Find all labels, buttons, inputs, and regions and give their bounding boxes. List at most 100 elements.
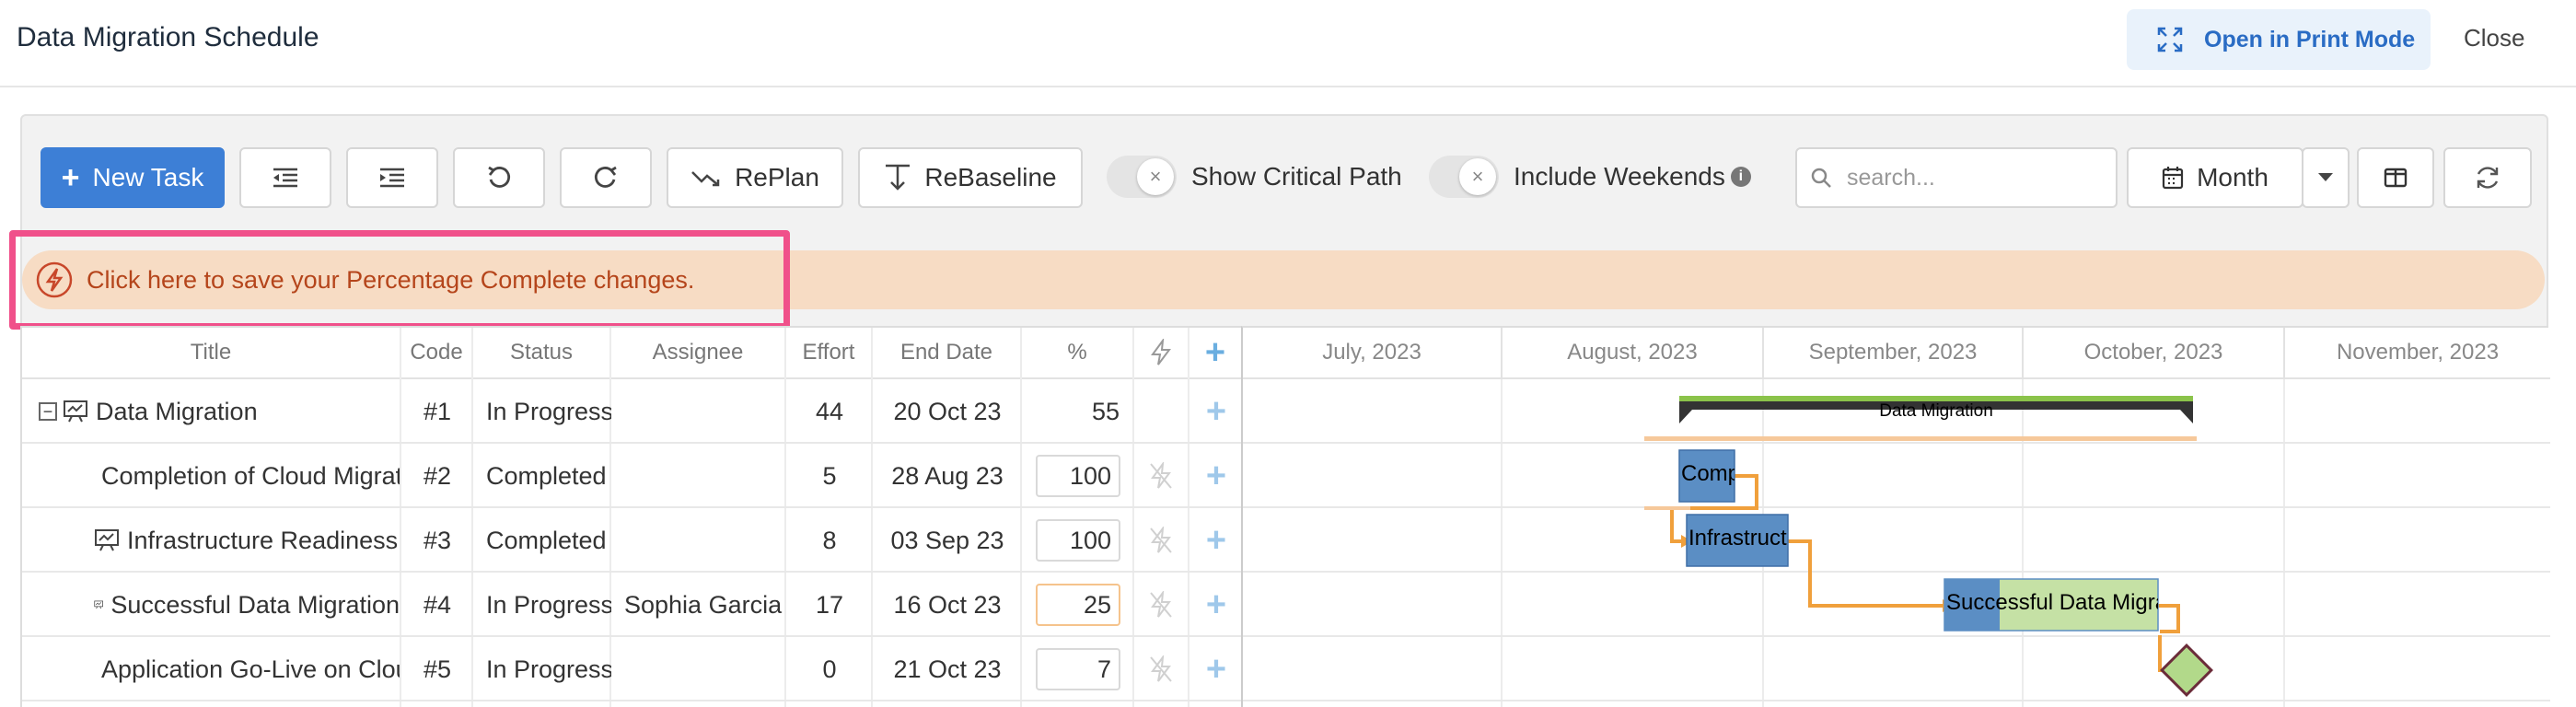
task-title: Application Go-Live on Cloud — [101, 655, 400, 683]
task-assignee — [624, 637, 786, 701]
task-code: #5 — [423, 655, 452, 683]
percent-input[interactable]: 100 — [1036, 455, 1120, 497]
include-weekends-toggle[interactable]: × Include Weekends i — [1429, 153, 1751, 201]
presentation-icon — [95, 529, 119, 551]
title-cell: Application Go-Live on Cloud — [94, 637, 400, 701]
toggle-switch[interactable]: × — [1107, 156, 1177, 198]
column-header-effort[interactable]: Effort — [786, 328, 873, 379]
column-header-percent[interactable]: % — [1022, 328, 1134, 379]
column-header-assignee[interactable]: Assignee — [611, 328, 786, 379]
view-dropdown-button[interactable] — [2302, 147, 2350, 208]
table-row[interactable]: Completion of Cloud Migration #2 Complet… — [22, 444, 1243, 508]
task-status: In Progress — [486, 655, 611, 683]
table-row[interactable]: Successful Data Migration #4 In Progress… — [22, 573, 1243, 637]
show-critical-path-label: Show Critical Path — [1191, 162, 1402, 191]
percent-input[interactable]: 25 — [1036, 584, 1120, 626]
add-subtask-button[interactable]: + — [1189, 637, 1243, 701]
presentation-icon — [64, 400, 87, 423]
close-button[interactable]: Close — [2464, 24, 2524, 52]
critical-toggle[interactable] — [1134, 444, 1188, 508]
column-header-critical[interactable] — [1134, 328, 1189, 379]
task-end-date: 20 Oct 23 — [893, 397, 1002, 425]
title-cell: Infrastructure Readiness — [94, 508, 400, 573]
table-row[interactable]: Application Go-Live on Cloud #5 In Progr… — [22, 637, 1243, 701]
task-title: Data Migration — [96, 397, 258, 425]
search-box[interactable] — [1795, 147, 2118, 208]
column-header-end-date[interactable]: End Date — [873, 328, 1022, 379]
task-end-date: 03 Sep 23 — [890, 526, 1004, 554]
caret-down-icon — [2318, 173, 2333, 181]
add-subtask-button[interactable]: + — [1189, 508, 1243, 573]
add-icon: + — [1205, 649, 1227, 689]
toggle-switch[interactable]: × — [1429, 156, 1499, 198]
task-status: In Progress — [486, 590, 611, 619]
task-assignee — [624, 508, 786, 573]
title-cell: Successful Data Migration — [94, 573, 400, 637]
task-assignee: Sophia Garcia — [624, 590, 783, 619]
page-title: Data Migration Schedule — [17, 22, 319, 52]
task-status: Completed — [486, 461, 607, 490]
percent-cell: 7 — [1022, 637, 1134, 701]
refresh-icon — [2477, 167, 2499, 189]
add-subtask-button[interactable]: + — [1189, 573, 1243, 637]
percent-input[interactable]: 7 — [1036, 648, 1120, 690]
show-critical-path-toggle[interactable]: × Show Critical Path — [1107, 153, 1402, 201]
task-code: #4 — [423, 590, 452, 619]
column-header-add[interactable]: + — [1189, 328, 1243, 379]
percent-input[interactable]: 100 — [1036, 519, 1120, 562]
lightning-off-icon — [1150, 655, 1172, 682]
dialog-header: Data Migration Schedule Open in Print Mo… — [0, 0, 2576, 87]
lightning-off-icon — [1150, 527, 1172, 553]
info-icon[interactable]: i — [1730, 167, 1751, 187]
indent-button[interactable] — [346, 147, 438, 208]
undo-button[interactable] — [453, 147, 545, 208]
title-cell: Completion of Cloud Migration — [94, 444, 400, 508]
replan-button[interactable]: RePlan — [667, 147, 843, 208]
critical-toggle[interactable] — [1134, 573, 1188, 637]
baseline-icon — [886, 164, 911, 191]
critical-toggle[interactable] — [1134, 508, 1188, 573]
search-input[interactable] — [1847, 164, 2105, 191]
view-select-label: Month — [2197, 163, 2269, 191]
outdent-button[interactable] — [239, 147, 331, 208]
trend-down-icon — [691, 171, 720, 187]
column-header-status[interactable]: Status — [473, 328, 611, 379]
lightning-off-icon — [1150, 591, 1172, 618]
rebaseline-label: ReBaseline — [924, 163, 1057, 191]
table-row[interactable]: − Data Migration #1 In Progress 44 20 Oc… — [22, 379, 1243, 444]
table-row[interactable]: Infrastructure Readiness #3 Completed 8 … — [22, 508, 1243, 573]
add-subtask-button[interactable]: + — [1189, 379, 1243, 444]
lightning-off-icon — [1150, 462, 1172, 489]
print-mode-label: Open in Print Mode — [2204, 26, 2416, 52]
expand-icon — [2157, 27, 2183, 52]
task-code: #1 — [423, 397, 452, 425]
split-view-button[interactable] — [2357, 147, 2434, 208]
task-assignee — [624, 444, 786, 508]
milestone-diamond[interactable] — [2160, 643, 2213, 697]
task-title: Successful Data Migration — [110, 590, 400, 619]
redo-icon — [594, 166, 617, 188]
task-effort: 0 — [822, 655, 837, 683]
critical-toggle[interactable] — [1134, 637, 1188, 701]
task-title: Completion of Cloud Migration — [101, 461, 400, 490]
add-icon: + — [1205, 456, 1227, 495]
column-header-title[interactable]: Title — [22, 328, 401, 379]
column-header-code[interactable]: Code — [401, 328, 473, 379]
task-effort: 8 — [822, 526, 837, 554]
add-subtask-button[interactable]: + — [1189, 444, 1243, 508]
title-cell: − Data Migration — [39, 379, 400, 444]
redo-button[interactable] — [560, 147, 652, 208]
gantt-chart: July, 2023 August, 2023 September, 2023 … — [1241, 326, 2550, 707]
new-task-button[interactable]: + New Task — [41, 147, 225, 208]
refresh-button[interactable] — [2443, 147, 2532, 208]
presentation-icon — [94, 600, 103, 609]
gantt-bars — [1644, 396, 2213, 697]
outdent-icon — [273, 168, 297, 188]
rebaseline-button[interactable]: ReBaseline — [858, 147, 1083, 208]
percent-cell: 100 — [1022, 508, 1134, 573]
open-print-mode-button[interactable]: Open in Print Mode — [2127, 9, 2431, 70]
task-effort: 5 — [822, 461, 837, 490]
view-select[interactable]: Month — [2127, 147, 2303, 208]
collapse-icon[interactable]: − — [39, 402, 57, 421]
toggle-off-icon: × — [1137, 158, 1174, 195]
